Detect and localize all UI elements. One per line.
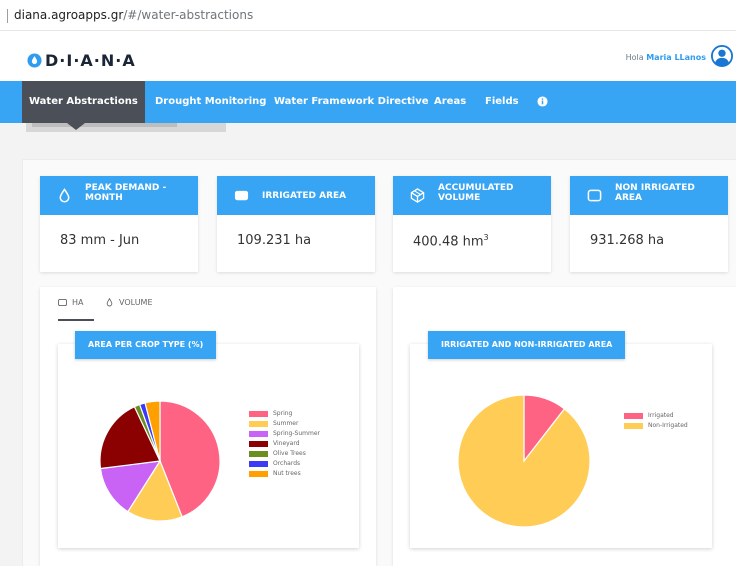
tab-label: VOLUME xyxy=(119,298,153,307)
sub-toolbar xyxy=(26,123,226,132)
main-navbar: Water Abstractions Drought Monitoring Wa… xyxy=(0,81,736,123)
stat-label: ACCUMULATED VOLUME xyxy=(438,183,514,203)
drop-icon xyxy=(59,188,70,203)
stat-label: PEAK DEMAND - MONTH xyxy=(85,183,167,203)
active-tab-underline xyxy=(58,319,94,321)
stat-value-number: 400.48 hm xyxy=(413,234,484,250)
stat-label: NON IRRIGATED AREA xyxy=(615,183,695,203)
legend-label: Vineyard xyxy=(273,440,300,447)
legend-swatch xyxy=(249,441,268,447)
legend-label: Nut trees xyxy=(273,470,301,477)
square-icon xyxy=(587,189,602,202)
legend-label: Spring xyxy=(273,410,293,417)
legend-label: Irrigated xyxy=(648,412,674,419)
legend-swatch xyxy=(249,421,268,427)
irrigation-chart-title: IRRIGATED AND NON-IRRIGATED AREA xyxy=(428,331,626,359)
stat-card-accumulated-volume: ACCUMULATED VOLUME 400.48 hm3 xyxy=(393,176,551,272)
user-greeting: Hola Maria LLanos xyxy=(626,53,706,62)
volume-icon xyxy=(410,188,425,203)
stat-value: 109.231 ha xyxy=(237,233,312,248)
legend-swatch xyxy=(624,423,643,429)
irrigation-pie-chart xyxy=(457,394,591,528)
stat-value: 83 mm - Jun xyxy=(60,233,140,248)
drop-outline-icon xyxy=(106,298,113,307)
address-bar[interactable]: diana.agroapps.gr/#/water-abstractions xyxy=(0,0,736,31)
legend-swatch xyxy=(249,461,268,467)
crop-chart-card: Spring Summer Spring-Summer Vineyard Olive T… xyxy=(58,344,359,548)
crop-chart-title: AREA PER CROP TYPE (%) xyxy=(75,331,217,359)
stat-card-header: ACCUMULATED VOLUME xyxy=(393,176,551,215)
nav-water-framework-directive[interactable]: Water Framework Directive xyxy=(274,81,429,123)
stat-card-header: PEAK DEMAND - MONTH xyxy=(40,176,198,215)
stat-card-non-irrigated-area: NON IRRIGATED AREA 931.268 ha xyxy=(570,176,728,272)
legend-swatch xyxy=(624,413,643,419)
legend-swatch xyxy=(249,431,268,437)
legend-label: Olive Trees xyxy=(273,450,306,457)
crop-area-panel: HA VOLUME Spring Summer Spring-Summer Viney… xyxy=(40,287,376,566)
legend-label: Spring-Summer xyxy=(273,430,320,437)
stat-card-peak-demand: PEAK DEMAND - MONTH 83 mm - Jun xyxy=(40,176,198,272)
info-icon[interactable] xyxy=(537,96,548,107)
greeting-word: Hola xyxy=(625,53,644,62)
stat-card-irrigated-area: IRRIGATED AREA 109.231 ha xyxy=(217,176,375,272)
nav-areas[interactable]: Areas xyxy=(434,81,466,123)
irrigation-panel: Irrigated Non-Irrigated IRRIGATED AND NON… xyxy=(393,287,736,566)
crop-pie-chart xyxy=(99,400,221,522)
logo-drop-icon xyxy=(27,53,42,68)
stat-value-exponent: 3 xyxy=(483,233,489,242)
area-icon xyxy=(234,190,249,201)
page: diana.agroapps.gr/#/water-abstractions D… xyxy=(0,0,736,566)
stat-label: IRRIGATED AREA xyxy=(262,191,347,201)
app-header: D·I·A·N·A Hola Maria LLanos xyxy=(0,31,736,81)
url-text[interactable]: diana.agroapps.gr/#/water-abstractions xyxy=(14,8,253,22)
user-name[interactable]: Maria LLanos xyxy=(646,53,706,62)
text-caret xyxy=(7,9,8,23)
active-nav-pointer xyxy=(67,123,85,130)
stat-card-header: IRRIGATED AREA xyxy=(217,176,375,215)
logo-text[interactable]: D·I·A·N·A xyxy=(45,51,136,70)
user-avatar-icon[interactable] xyxy=(711,45,733,67)
nav-fields[interactable]: Fields xyxy=(485,81,519,123)
legend-swatch xyxy=(249,411,268,417)
nav-water-abstractions[interactable]: Water Abstractions xyxy=(22,81,145,123)
legend-label: Non-Irrigated xyxy=(648,422,688,429)
sub-toolbar-segment xyxy=(32,123,177,127)
url-domain: diana.agroapps.gr xyxy=(14,8,124,22)
stat-value: 931.268 ha xyxy=(590,233,665,248)
url-path: /#/water-abstractions xyxy=(123,8,254,22)
pie-slice-non-irrigated[interactable] xyxy=(457,394,591,528)
irrigation-chart-card: Irrigated Non-Irrigated xyxy=(410,344,712,548)
tab-label: HA xyxy=(72,298,84,307)
legend-label: Summer xyxy=(273,420,299,427)
stat-value: 400.48 hm3 xyxy=(413,233,489,249)
legend-swatch xyxy=(249,471,268,477)
area-outline-icon xyxy=(58,298,67,307)
stat-card-header: NON IRRIGATED AREA xyxy=(570,176,728,215)
nav-drought-monitoring[interactable]: Drought Monitoring xyxy=(155,81,266,123)
legend-swatch xyxy=(249,451,268,457)
legend-label: Orchards xyxy=(273,460,301,467)
